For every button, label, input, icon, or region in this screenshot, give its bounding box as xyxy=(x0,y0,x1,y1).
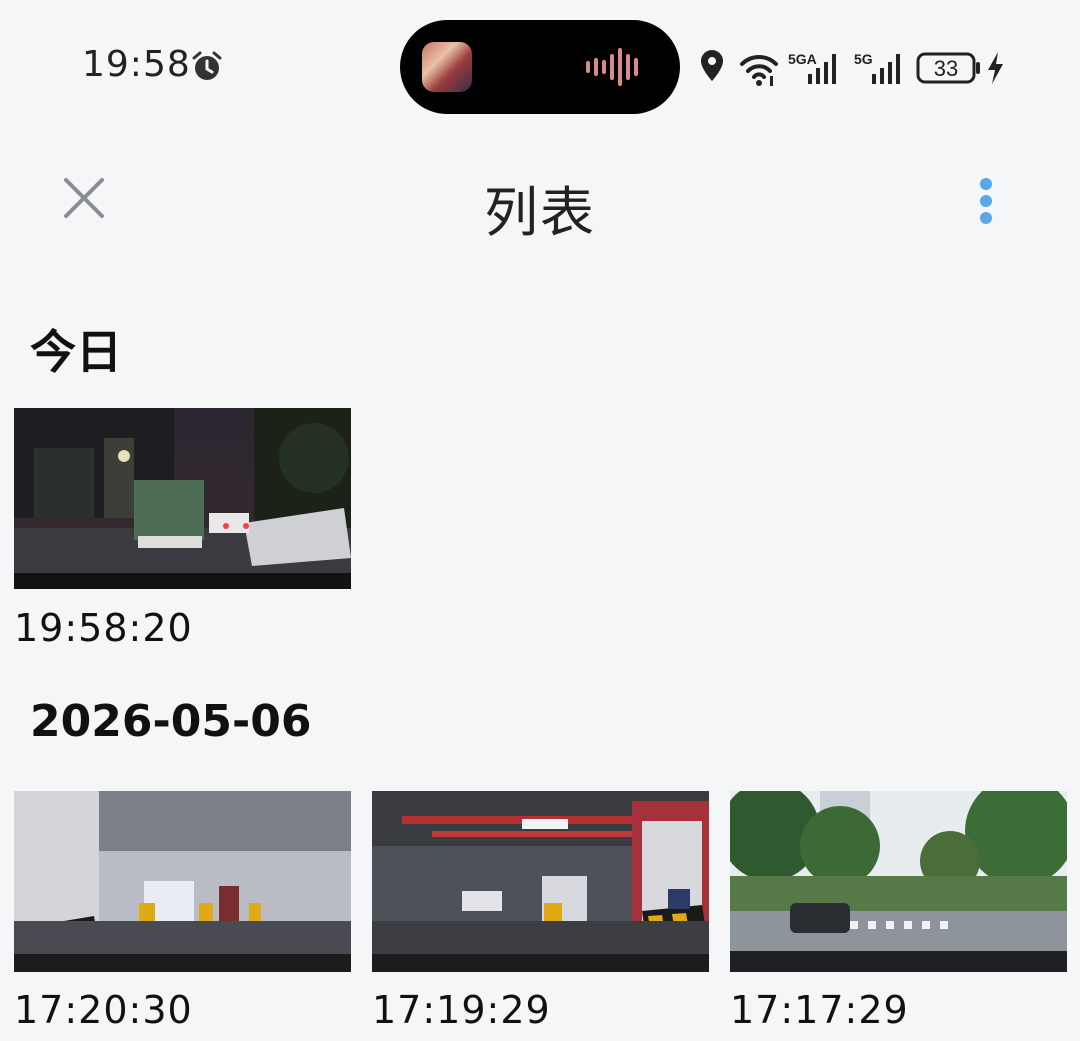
video-thumbnail[interactable] xyxy=(372,791,709,972)
location-icon xyxy=(701,50,723,81)
video-time: 19:58:20 xyxy=(14,606,193,650)
street-daytime-thumbnail xyxy=(730,791,1067,972)
battery-icon: 33 xyxy=(916,52,980,84)
section-title-date: 2026-05-06 xyxy=(30,696,312,747)
page-title: 列表 xyxy=(484,181,596,244)
audio-wave-icon xyxy=(586,48,638,86)
parking-garage-thumbnail xyxy=(14,791,351,972)
network-5ga-label: 5GA xyxy=(788,51,817,67)
video-thumbnail[interactable] xyxy=(14,791,351,972)
video-time: 17:20:30 xyxy=(14,988,193,1032)
status-bar: 19:58 5GA 5G 33 xyxy=(0,0,1080,140)
alarm-icon xyxy=(192,51,222,80)
status-time: 19:58 xyxy=(82,44,191,85)
section-title-today: 今日 xyxy=(30,325,122,379)
video-time: 17:19:29 xyxy=(372,988,551,1032)
network-5g-label: 5G xyxy=(854,51,873,67)
video-time: 17:17:29 xyxy=(730,988,909,1032)
dynamic-island[interactable] xyxy=(400,20,680,114)
system-status-icons: 5GA 5G 33 xyxy=(701,50,1003,86)
music-app-icon xyxy=(422,42,472,92)
more-options-button[interactable] xyxy=(966,172,1006,232)
top-bar: 列表 xyxy=(0,140,1080,280)
night-street-thumbnail xyxy=(14,408,351,589)
charging-icon xyxy=(988,52,1003,84)
video-thumbnail[interactable] xyxy=(730,791,1067,972)
battery-level: 33 xyxy=(934,56,958,81)
parking-garage-thumbnail xyxy=(372,791,709,972)
video-thumbnail[interactable] xyxy=(14,408,351,589)
wifi-icon xyxy=(740,54,778,79)
